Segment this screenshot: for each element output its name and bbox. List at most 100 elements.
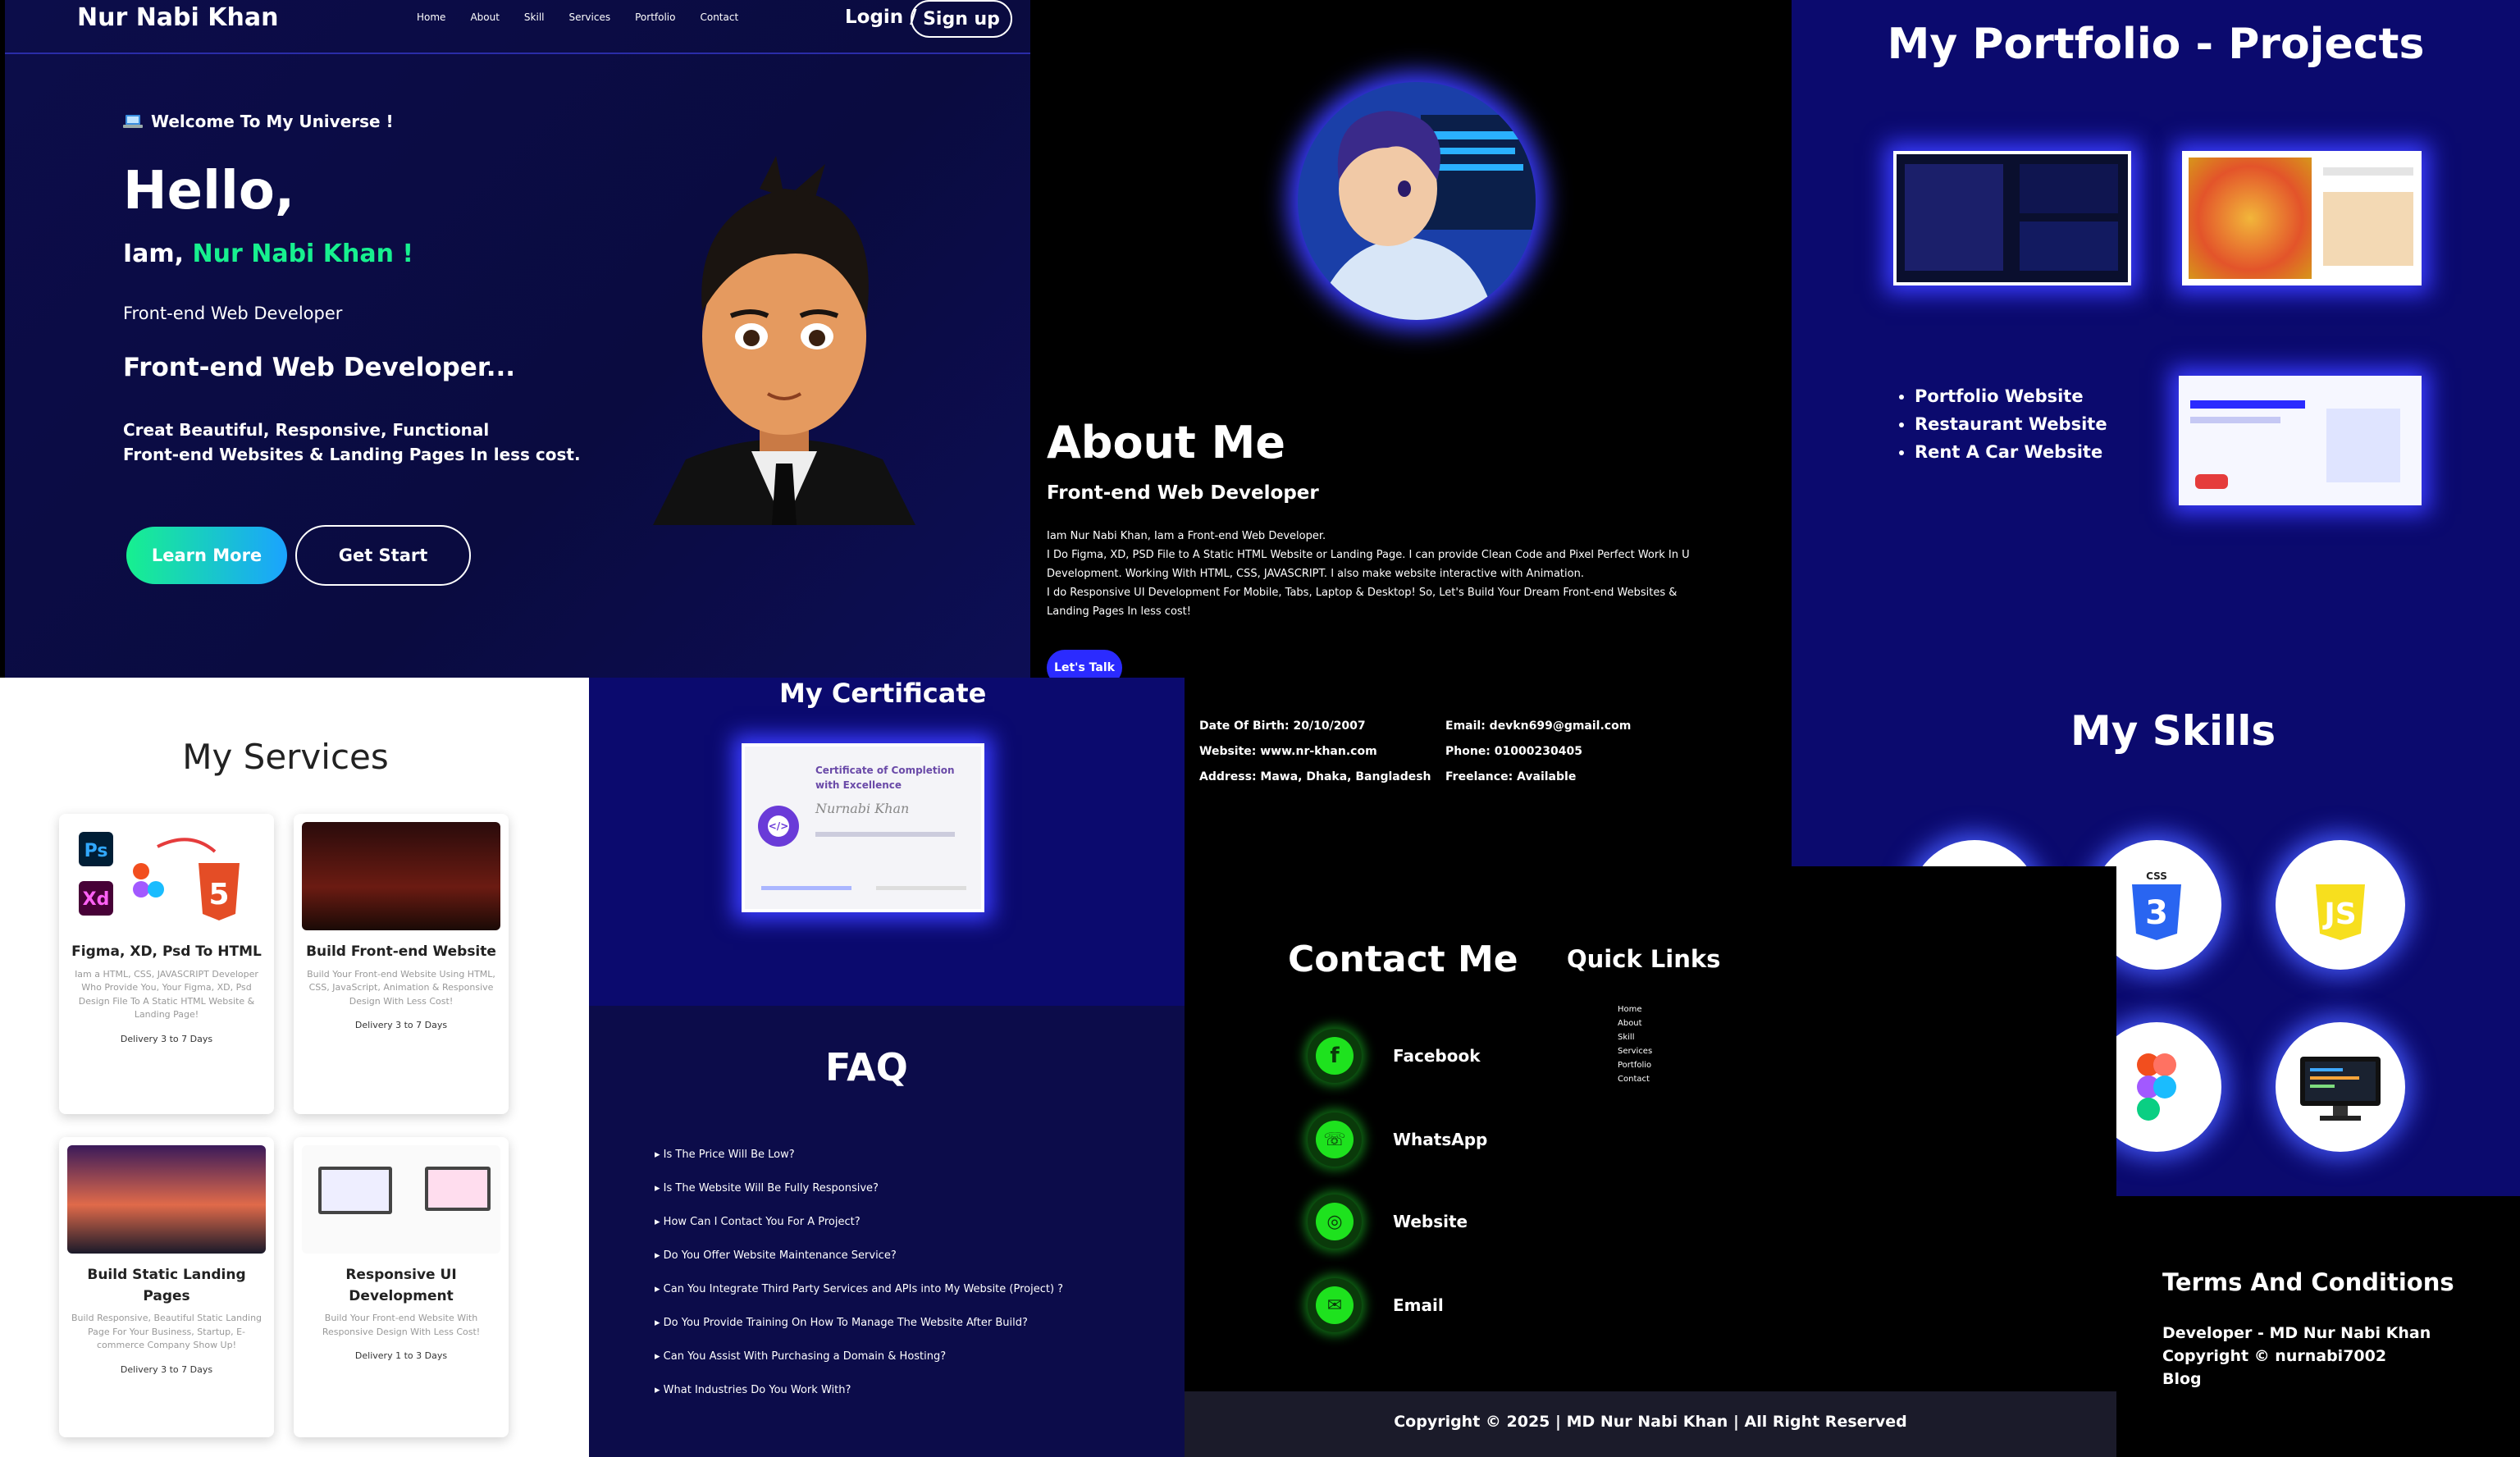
contact-whatsapp[interactable]: ☏ WhatsApp [1308,1112,1487,1167]
learn-more-button[interactable]: Learn More [126,527,287,584]
nav-skill[interactable]: Skill [524,11,545,23]
cert-signature: Nurnabi Khan [815,801,910,816]
info-website: Website: www.nr-khan.com [1199,745,1377,758]
about-p3: Development. Working With HTML, CSS, JAV… [1047,568,1584,580]
hero-role: Front-end Web Developer [123,304,343,323]
info-phone: Phone: 01000230405 [1445,745,1582,758]
info-address: Address: Mawa, Dhaka, Bangladesh [1199,770,1431,783]
faq-item[interactable]: ▸ How Can I Contact You For A Project? [655,1216,1063,1228]
service-card-title: Figma, XD, Psd To HTML [71,943,262,960]
terms-blog-link[interactable]: Blog [2162,1370,2202,1388]
info-dob: Date Of Birth: 20/10/2007 [1199,719,1366,733]
hero-desc-1: Creat Beautiful, Responsive, Functional [123,420,490,440]
hero-desc-2: Front-end Websites & Landing Pages In le… [123,445,581,464]
skill-clean-code[interactable] [2276,1022,2405,1152]
skill-javascript[interactable]: JS [2276,840,2405,970]
nav-services[interactable]: Services [569,11,611,23]
portfolio-list: Portfolio Website Restaurant Website Ren… [1915,382,2107,466]
about-subtitle: Front-end Web Developer [1047,482,1319,504]
contact-email[interactable]: ✉ Email [1308,1278,1444,1332]
welcome-line: Welcome To My Universe ! [123,112,394,131]
landing-page-image [67,1145,266,1254]
whatsapp-icon: ☏ [1316,1121,1354,1158]
faq-item[interactable]: ▸ What Industries Do You Work With? [655,1384,1063,1396]
terms-copyright: Copyright © nurnabi7002 [2162,1347,2387,1365]
iam-text: Iam, [123,240,185,268]
frontend-website-image [302,822,500,930]
portfolio-item-portfolio[interactable]: Portfolio Website [1915,382,2107,410]
faq-item[interactable]: ▸ Can You Assist With Purchasing a Domai… [655,1350,1063,1363]
nav-home[interactable]: Home [417,11,445,23]
about-paragraph: Iam Nur Nabi Khan, Iam a Front-end Web D… [1047,527,1690,621]
nav-portfolio[interactable]: Portfolio [635,11,675,23]
envelope-icon: ✉ [1316,1286,1354,1324]
service-card-title: Build Static Landing Pages [87,1267,246,1304]
nav-about[interactable]: About [470,11,499,23]
service-card-delivery: Delivery 3 to 7 Days [120,1033,213,1044]
contact-facebook[interactable]: f Facebook [1308,1029,1481,1083]
quick-links-list: Home About Skill Services Portfolio Cont… [1618,1003,1652,1086]
faq-item[interactable]: ▸ Is The Price Will Be Low? [655,1149,1063,1161]
service-card-title: Responsive UI Development [345,1267,457,1304]
quick-link-skill[interactable]: Skill [1618,1030,1652,1044]
javascript-icon: JS [2316,884,2365,940]
signup-button[interactable]: Sign up [911,0,1012,38]
service-card[interactable]: Build Front-end Website Build Your Front… [294,814,509,1114]
service-card[interactable]: Responsive UI Development Build Your Fro… [294,1137,509,1437]
svg-text:3: 3 [2145,894,2168,932]
quick-link-home[interactable]: Home [1618,1003,1652,1016]
portfolio-thumb-3[interactable] [2179,376,2422,505]
service-card-delivery: Delivery 1 to 3 Days [354,1350,448,1361]
portfolio-item-rent-car[interactable]: Rent A Car Website [1915,438,2107,466]
css3-icon: CSS 3 [2132,870,2181,940]
quick-link-portfolio[interactable]: Portfolio [1618,1058,1652,1072]
facebook-icon: f [1316,1037,1354,1075]
service-card-desc: Build Responsive, Beautiful Static Landi… [71,1313,262,1350]
portfolio-title: My Portfolio - Projects [1887,20,2425,69]
faq-item[interactable]: ▸ Do You Provide Training On How To Mana… [655,1317,1063,1329]
clean-code-monitor-icon [2300,1057,2381,1121]
terms-section: Terms And Conditions Developer - MD Nur … [2116,1196,2520,1457]
service-card-delivery: Delivery 3 to 7 Days [354,1020,448,1030]
portfolio-item-restaurant[interactable]: Restaurant Website [1915,410,2107,438]
svg-text:Ps: Ps [84,841,108,861]
faq-item[interactable]: ▸ Do You Offer Website Maintenance Servi… [655,1249,1063,1262]
about-p4: I do Responsive UI Development For Mobil… [1047,587,1678,599]
service-card[interactable]: Ps Xd 5 Figma, XD, Psd To HTML Iam a HTML,… [59,814,274,1114]
faq-item[interactable]: ▸ Is The Website Will Be Fully Responsiv… [655,1182,1063,1194]
get-start-button[interactable]: Get Start [295,525,471,586]
contact-website[interactable]: ◎ Website [1308,1194,1468,1249]
nav-contact[interactable]: Contact [700,11,738,23]
info-email: Email: devkn699@gmail.com [1445,719,1632,733]
cert-heading-1: Certificate of Completion [815,765,955,776]
portfolio-thumb-1[interactable] [1893,151,2131,285]
figma-icon [2137,1053,2176,1121]
faq-item[interactable]: ▸ Can You Integrate Third Party Services… [655,1283,1063,1295]
quick-link-services[interactable]: Services [1618,1044,1652,1058]
intro-line: Iam, Nur Nabi Khan ! [123,240,413,268]
faq-title: FAQ [825,1045,908,1089]
laptop-icon [123,114,143,129]
faq-list: ▸ Is The Price Will Be Low? ▸ Is The Web… [655,1149,1063,1418]
about-avatar [1298,82,1536,320]
about-title: About Me [1047,417,1285,468]
nav-links: Home About Skill Services Portfolio Cont… [417,11,738,23]
about-p5: Landing Pages In less cost! [1047,605,1191,618]
service-card-desc: Build Your Front-end Website With Respon… [322,1313,481,1337]
code-icon: </> [768,815,789,837]
login-link[interactable]: Login / [845,7,917,28]
site-logo[interactable]: Nur Nabi Khan [77,3,278,32]
certificate-card[interactable]: </> Certificate of Completion with Excel… [742,743,984,912]
quick-link-about[interactable]: About [1618,1016,1652,1030]
contact-section: Contact Me f Facebook ☏ WhatsApp ◎ Websi… [1185,866,2116,1391]
service-card-title: Build Front-end Website [306,943,496,960]
hello-heading: Hello, [123,161,295,222]
portfolio-thumb-2[interactable] [2182,151,2422,285]
quick-link-contact[interactable]: Contact [1618,1072,1652,1086]
certificate-title: My Certificate [779,678,987,709]
info-freelance: Freelance: Available [1445,770,1577,783]
service-card[interactable]: Build Static Landing Pages Build Respons… [59,1137,274,1437]
hero-name: Nur Nabi Khan ! [192,240,414,268]
globe-icon: ◎ [1316,1203,1354,1240]
skills-title: My Skills [2070,707,2276,755]
